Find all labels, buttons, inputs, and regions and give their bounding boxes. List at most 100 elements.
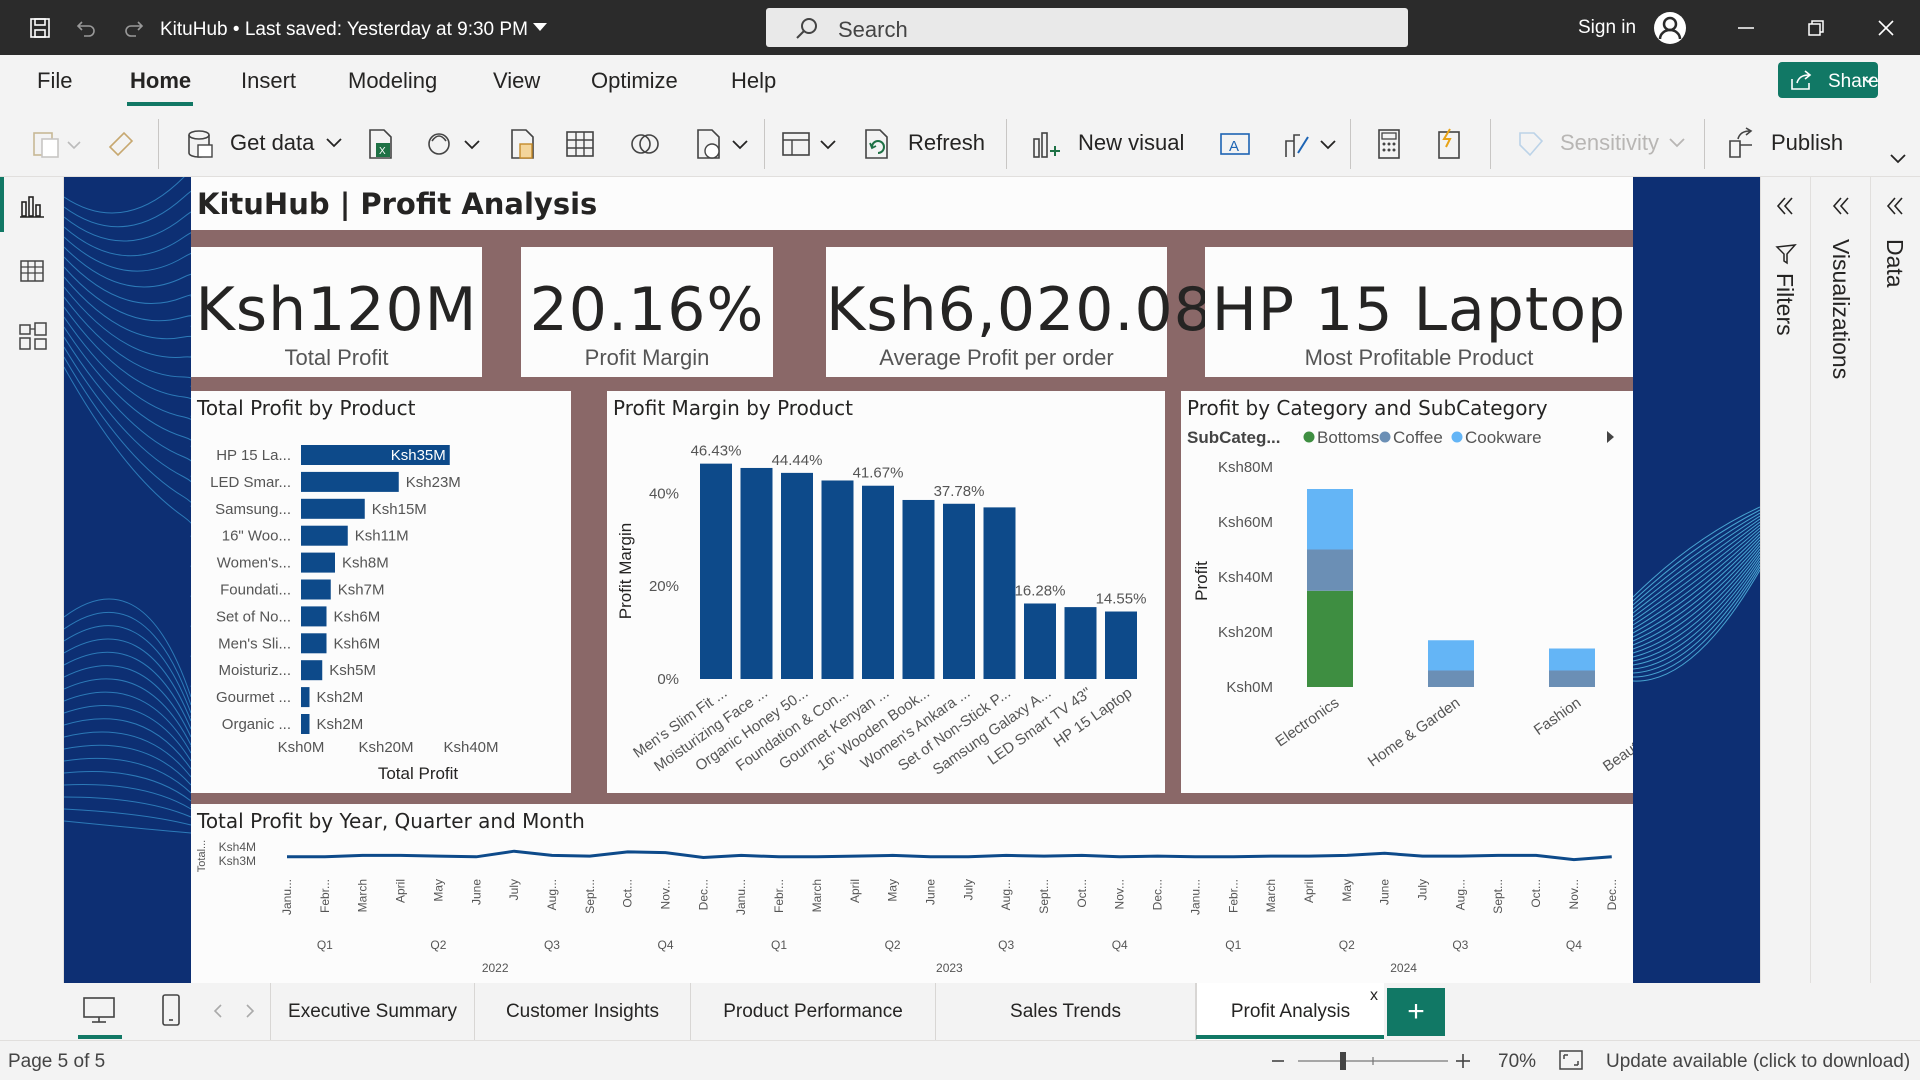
sensitivity-button[interactable]: Sensitivity <box>1560 127 1687 159</box>
refresh-button[interactable]: Refresh <box>908 127 985 159</box>
collapse-pane-icon[interactable] <box>1831 195 1851 217</box>
kpi-card[interactable]: 20.16% Profit Margin <box>521 247 773 377</box>
bar <box>301 498 365 519</box>
new-measure-icon[interactable] <box>1372 127 1406 161</box>
table-view-icon[interactable] <box>780 127 814 161</box>
bar <box>983 507 1016 679</box>
update-available-link[interactable]: Update available (click to download) <box>1606 1051 1910 1073</box>
visualizations-pane[interactable]: Visualizations <box>1810 177 1870 983</box>
data-label: Ksh15M <box>372 501 427 518</box>
report-canvas: KituHub | Profit Analysis Ksh120M Total … <box>64 177 1760 983</box>
mobile-layout-icon[interactable] <box>160 993 182 1027</box>
title-dropdown-icon[interactable] <box>533 23 547 31</box>
page-tab[interactable]: Product Performance <box>690 983 935 1040</box>
zoom-level[interactable]: 70% <box>1498 1051 1536 1073</box>
refresh-schedule-icon[interactable] <box>692 127 726 161</box>
document-title[interactable]: KituHub • Last saved: Yesterday at 9:30 … <box>160 19 528 41</box>
page-tab[interactable]: Customer Insights <box>474 983 690 1040</box>
kpi-card[interactable]: Ksh120M Total Profit <box>191 247 482 377</box>
avatar-icon[interactable] <box>1654 12 1686 44</box>
add-page-button[interactable]: + <box>1387 988 1445 1036</box>
title-bar: KituHub • Last saved: Yesterday at 9:30 … <box>0 0 1920 55</box>
y-tick-label: Ksh4M <box>219 840 256 854</box>
page-tab[interactable]: Executive Summary <box>270 983 474 1040</box>
y-tick-label: Ksh40M <box>1218 569 1273 586</box>
transform-data-icon[interactable] <box>628 127 662 161</box>
data-label: 16.28% <box>1015 582 1066 599</box>
data-pane[interactable]: Data <box>1870 177 1920 983</box>
chart-profit-margin[interactable]: Profit Margin by Product 0% 20% 40% Profit … <box>607 391 1165 793</box>
kpi-card[interactable]: Ksh6,020.08 Average Profit per order <box>826 247 1212 377</box>
category-label: Electronics <box>1272 694 1342 750</box>
restore-icon[interactable] <box>1800 12 1832 44</box>
format-painter-icon[interactable] <box>104 127 138 161</box>
quick-measure-icon[interactable] <box>1432 127 1466 161</box>
month-label: Nov... <box>1113 879 1127 909</box>
zoom-slider[interactable] <box>1268 1051 1478 1071</box>
enter-data-icon[interactable] <box>564 127 598 161</box>
kpi-card[interactable]: HP 15 Laptop Most Profitable Product <box>1205 247 1633 377</box>
get-data-button[interactable]: Get data <box>230 127 344 159</box>
filters-pane[interactable]: Filters <box>1760 177 1810 983</box>
paste-dropdown-icon[interactable] <box>66 127 82 161</box>
new-visual-button[interactable]: New visual <box>1078 127 1184 159</box>
bar <box>301 525 348 546</box>
wave-line <box>1632 545 1760 650</box>
kpi-label: Total Profit <box>284 345 389 370</box>
share-button[interactable]: Share <box>1778 62 1879 98</box>
close-tab-icon[interactable]: x <box>1370 987 1378 1005</box>
kpi-label: Average Profit per order <box>879 345 1114 370</box>
search-input[interactable]: Search <box>766 8 1408 47</box>
tab-insert[interactable]: Insert <box>241 68 296 94</box>
database-icon <box>188 130 213 158</box>
tab-view[interactable]: View <box>493 68 540 94</box>
page-tab[interactable]: Sales Trends <box>935 983 1196 1040</box>
table-view-icon[interactable] <box>18 257 46 285</box>
collapse-ribbon-icon[interactable] <box>1888 151 1908 167</box>
fit-to-page-icon[interactable] <box>1558 1049 1584 1071</box>
chevron-down-icon[interactable] <box>462 127 482 161</box>
page-tab-active[interactable]: Profit Analysis x <box>1196 983 1384 1040</box>
legend-scroll-icon <box>1607 431 1614 443</box>
chevron-down-icon[interactable] <box>730 127 750 161</box>
close-icon[interactable] <box>1870 12 1902 44</box>
excel-icon[interactable]: X <box>364 127 398 161</box>
report-view-icon[interactable] <box>18 192 46 220</box>
tab-optimize[interactable]: Optimize <box>591 68 678 94</box>
collapse-pane-icon[interactable] <box>1775 195 1795 217</box>
more-visuals-icon[interactable] <box>1280 127 1314 161</box>
bar <box>301 606 327 627</box>
month-label: March <box>810 879 824 912</box>
desktop-layout-icon[interactable] <box>82 995 116 1025</box>
chart-profit-by-product[interactable]: Total Profit by Product HP 15 La... Ksh35… <box>191 391 571 793</box>
scroll-right-icon[interactable] <box>244 1003 256 1019</box>
category-label: Gourmet ... <box>216 689 291 706</box>
wave-line <box>64 691 192 754</box>
tab-help[interactable]: Help <box>731 68 776 94</box>
scroll-left-icon[interactable] <box>212 1003 224 1019</box>
tab-modeling[interactable]: Modeling <box>348 68 437 94</box>
month-label: Febr... <box>772 879 786 913</box>
text-box-icon[interactable]: A <box>1218 127 1252 161</box>
publish-button[interactable]: Publish <box>1771 127 1843 159</box>
model-view-icon[interactable] <box>18 321 48 351</box>
chart-profit-by-category[interactable]: Profit by Category and SubCategory SubCa… <box>1181 391 1633 793</box>
tab-home[interactable]: Home <box>130 68 191 94</box>
bar <box>740 467 773 679</box>
bar <box>700 463 732 679</box>
paste-icon[interactable] <box>30 127 64 161</box>
save-icon[interactable] <box>24 12 56 44</box>
minimize-icon[interactable] <box>1730 12 1762 44</box>
signin-button[interactable]: Sign in <box>1578 17 1636 39</box>
chevron-down-icon[interactable] <box>818 127 838 161</box>
recent-sources-icon[interactable] <box>506 127 540 161</box>
undo-icon[interactable] <box>70 12 102 44</box>
redo-icon[interactable] <box>118 12 150 44</box>
collapse-pane-icon[interactable] <box>1885 195 1905 217</box>
chevron-down-icon[interactable] <box>1318 127 1338 161</box>
category-label: Foundati... <box>220 582 291 599</box>
tab-file[interactable]: File <box>37 68 72 94</box>
report-header: KituHub | Profit Analysis <box>191 177 1633 230</box>
dataverse-icon[interactable] <box>424 127 458 161</box>
chart-profit-over-time[interactable]: Total Profit by Year, Quarter and Month … <box>191 804 1633 983</box>
